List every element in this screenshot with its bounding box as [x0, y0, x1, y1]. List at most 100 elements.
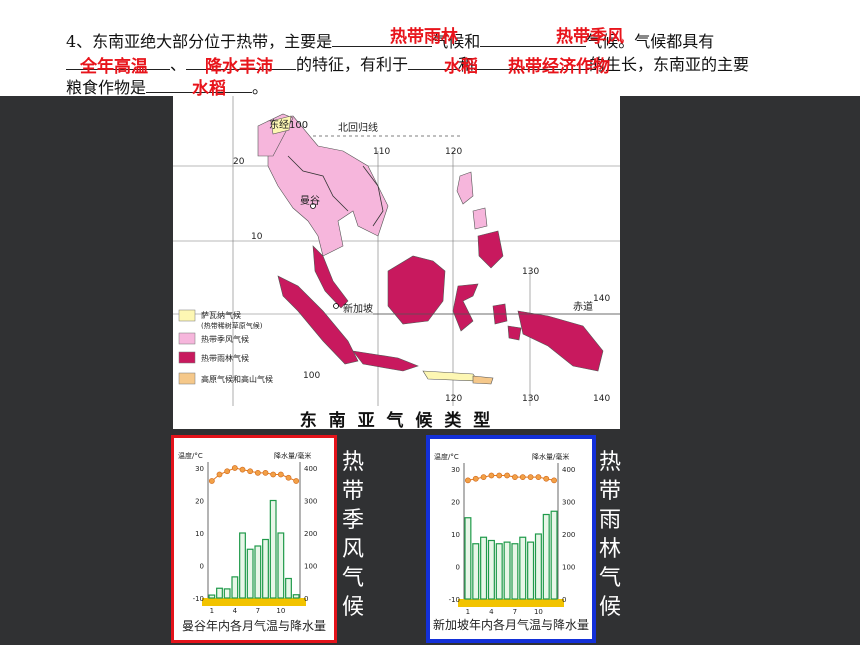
tick-lat20: 20 — [233, 157, 245, 167]
label-bangkok: 曼谷 — [300, 195, 320, 207]
question-text: 。 — [252, 78, 269, 97]
title-char: 带 — [598, 479, 621, 504]
temp-axis-label: 温度/°C — [178, 451, 203, 460]
title-char: 气 — [598, 566, 621, 591]
precip-bar — [254, 545, 262, 599]
temp-tick-label: 20 — [195, 498, 204, 506]
precip-tick-label: 0 — [562, 596, 566, 604]
temperature-point — [254, 469, 261, 476]
temperature-point — [239, 466, 246, 473]
month-tick-label: 4 — [489, 608, 494, 616]
temperature-point — [543, 475, 550, 482]
precip-tick-label: 400 — [304, 465, 317, 473]
tick-lon140: 140 — [593, 294, 610, 304]
tick-lon120: 120 — [445, 147, 462, 157]
legend-label-rainforest: 热带雨林气候 — [201, 353, 249, 363]
climate-map-panel: 东经100 北回归线 曼谷 新加坡 赤道 110 120 130 140 100… — [173, 96, 620, 431]
temperature-point — [231, 465, 238, 471]
answer-2: 热带季风 — [556, 27, 624, 47]
precip-bar — [519, 536, 527, 600]
legend-label-highland: 高原气候和高山气候 — [201, 374, 273, 384]
precip-bar — [239, 532, 246, 599]
monsoon-climate-title: 热 带 季 风 气 候 — [340, 448, 366, 622]
temperature-point — [488, 472, 495, 479]
label-equator: 赤道 — [573, 300, 593, 313]
title-char: 候 — [341, 595, 364, 620]
temperature-point — [535, 474, 542, 481]
legend-sub-savanna: (热带稀树草原气候) — [201, 321, 263, 330]
label-singapore: 新加坡 — [343, 302, 373, 315]
precip-axis-label: 降水量/毫米 — [274, 451, 311, 460]
precip-bar — [262, 538, 269, 599]
precip-bar — [542, 513, 550, 600]
precip-bar — [527, 541, 535, 600]
question-text: 的特征，有利于 — [296, 55, 409, 74]
question-text: 粮食作物是 — [66, 78, 147, 97]
answer-3: 全年高温 — [80, 57, 148, 77]
label-tropic: 北回归线 — [338, 121, 378, 134]
tick-lon130-bottom: 130 — [522, 394, 539, 404]
precip-bar — [216, 587, 223, 599]
map-caption: 东 南 亚 气 候 类 型 — [299, 411, 494, 431]
temp-tick-label: -10 — [193, 595, 204, 603]
temperature-point — [224, 468, 231, 475]
precip-axis-label: 降水量/毫米 — [532, 452, 569, 461]
precip-bar — [472, 543, 480, 600]
title-char: 林 — [598, 537, 621, 562]
singapore-chart-plot: 温度/°C 降水量/毫米3020100-1040030020010001 4 7 10 — [434, 452, 575, 616]
legend-swatch-rainforest — [178, 351, 196, 364]
precip-bar — [277, 532, 285, 599]
temp-tick-label: 0 — [456, 564, 460, 572]
title-char: 候 — [598, 595, 621, 620]
tick-lon130: 130 — [522, 267, 539, 277]
temperature-point — [512, 474, 518, 481]
singapore-climate-chart: 温度/°C 降水量/毫米 30 20 10 0 -10 400 300 200 100 0 1 4 7 10 … — [426, 435, 596, 643]
precip-bar — [503, 541, 511, 600]
precip-tick-label: 200 — [304, 530, 317, 538]
chart-base — [202, 598, 306, 606]
precip-tick-label: 0 — [304, 595, 308, 603]
month-tick-label: 7 — [256, 607, 260, 615]
precip-bar — [550, 510, 558, 600]
legend-swatch-monsoon — [178, 332, 196, 345]
temp-tick-label: 30 — [195, 465, 204, 473]
title-char: 气 — [341, 566, 364, 591]
legend-label-monsoon: 热带季风气候 — [201, 334, 249, 344]
temperature-point — [208, 478, 215, 484]
label-meridian100: 东经100 — [269, 118, 308, 131]
temperature-point — [262, 469, 269, 476]
bangkok-chart-caption: 曼谷年内各月气温与降水量 — [181, 619, 326, 633]
precip-bar — [487, 539, 495, 600]
tick-lat10: 10 — [251, 232, 263, 242]
title-char: 热 — [341, 450, 364, 475]
temperature-point — [270, 471, 277, 478]
temp-tick-label: 10 — [195, 530, 204, 538]
precip-tick-label: 300 — [562, 499, 575, 507]
title-char: 雨 — [598, 508, 621, 533]
precip-bar — [480, 536, 488, 600]
rainforest-climate-title: 热 带 雨 林 气 候 — [597, 448, 623, 622]
month-tick-label: 1 — [466, 608, 470, 616]
question-panel: 4、东南亚绝大部分位于热带，主要是 气候和 气候。气候都具有 、的特征，有利于和的生… — [0, 0, 860, 99]
question-line-2: 、的特征，有利于和的生长，东南亚的主要 — [66, 53, 749, 75]
bangkok-chart-plot: 温度/°C 降水量/毫米3020100-1040030020010001 4 7 10 — [178, 451, 317, 615]
answer-1: 热带雨林 — [390, 27, 458, 47]
question-line-3: 粮食作物是 。 — [66, 76, 268, 98]
temp-tick-label: 0 — [200, 563, 204, 571]
temperature-point — [247, 468, 254, 475]
temperature-point — [527, 474, 534, 481]
question-text: 的生长，东南亚的主要 — [589, 55, 750, 74]
temp-tick-label: 10 — [451, 531, 460, 539]
tick-lon110: 110 — [373, 147, 390, 157]
precip-bar — [269, 499, 277, 599]
legend-label-savanna: 萨瓦纳气候 — [201, 310, 241, 320]
chart-base — [458, 599, 564, 607]
month-tick-label: 7 — [513, 608, 517, 616]
precip-bar — [495, 543, 503, 600]
temp-axis-label: 温度/°C — [434, 452, 459, 461]
tick-lon140-bottom: 140 — [593, 394, 610, 404]
precip-tick-label: 100 — [304, 563, 317, 571]
tick-lon120-bottom: 120 — [445, 394, 462, 404]
temperature-point — [551, 477, 557, 484]
tick-lon100-bottom: 100 — [303, 371, 320, 381]
